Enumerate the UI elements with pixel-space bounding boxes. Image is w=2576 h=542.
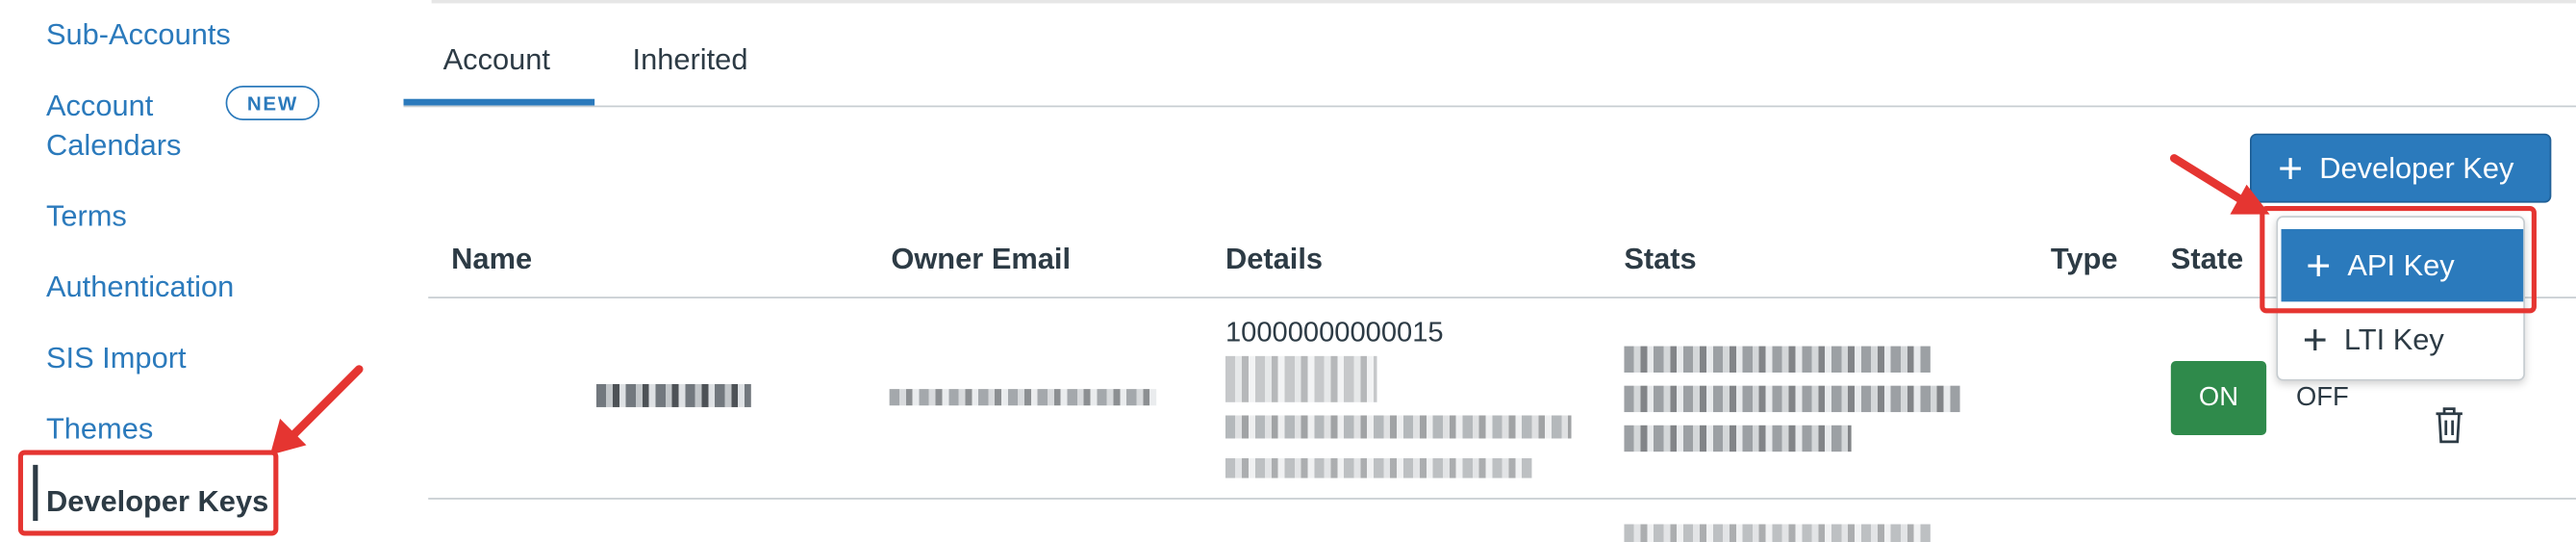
sidebar-item-sis-import[interactable]: SIS Import [46, 338, 187, 377]
add-developer-key-button[interactable]: + Developer Key [2250, 133, 2552, 203]
sidebar-item-themes[interactable]: Themes [46, 409, 153, 449]
sidebar-item-account-calendars[interactable]: Account [46, 86, 153, 125]
column-header-state: State [2170, 242, 2244, 275]
redacted-next-row [1624, 524, 1931, 542]
active-tab-indicator [403, 98, 595, 106]
column-header-type: Type [2050, 242, 2118, 275]
tab-inherited[interactable]: Inherited [633, 43, 748, 78]
state-on-button[interactable]: ON [2170, 360, 2267, 436]
redacted-key-button[interactable] [1225, 355, 1377, 402]
row-divider [428, 498, 2576, 500]
annotation-box-api-key [2260, 206, 2537, 314]
column-header-name: Name [451, 242, 533, 275]
column-header-owner-email: Owner Email [891, 242, 1072, 275]
sidebar-item-sub-accounts[interactable]: Sub-Accounts [46, 14, 231, 54]
developer-key-id: 10000000000015 [1225, 316, 1444, 348]
menu-item-label: LTI Key [2343, 322, 2444, 356]
header-divider [431, 0, 2576, 4]
redacted-stats-line2 [1624, 385, 1960, 413]
plus-icon: + [2302, 315, 2328, 365]
annotation-arrow-icon [2169, 154, 2270, 215]
redacted-stats-line3 [1624, 425, 1852, 452]
sidebar-item-authentication[interactable]: Authentication [46, 267, 234, 306]
new-badge: NEW [225, 86, 320, 120]
header-row-divider [428, 297, 2576, 298]
page: Sub-Accounts Account Calendars NEW Terms… [0, 0, 2576, 542]
state-off-button[interactable]: OFF [2296, 384, 2349, 414]
column-header-stats: Stats [1624, 242, 1697, 275]
redacted-stats-line1 [1624, 346, 1931, 373]
sidebar-item-label: Account [45, 89, 154, 122]
redacted-details-line2 [1225, 458, 1532, 478]
redacted-email [889, 389, 1157, 406]
sidebar-item-account-calendars-line2[interactable]: Calendars [46, 125, 181, 165]
annotation-arrow-icon [269, 365, 364, 455]
menu-item-lti-key[interactable]: + LTI Key [2278, 303, 2523, 375]
annotation-box-developer-keys [17, 450, 279, 536]
redacted-name [595, 383, 751, 407]
tab-divider [403, 105, 2576, 108]
trash-icon[interactable] [2431, 405, 2467, 445]
tab-account[interactable]: Account [443, 43, 550, 78]
column-header-details: Details [1225, 242, 1324, 275]
add-developer-key-label: Developer Key [2319, 150, 2514, 184]
sidebar-item-terms[interactable]: Terms [46, 196, 127, 236]
plus-icon: + [2278, 142, 2304, 194]
redacted-details-line1 [1225, 415, 1572, 439]
